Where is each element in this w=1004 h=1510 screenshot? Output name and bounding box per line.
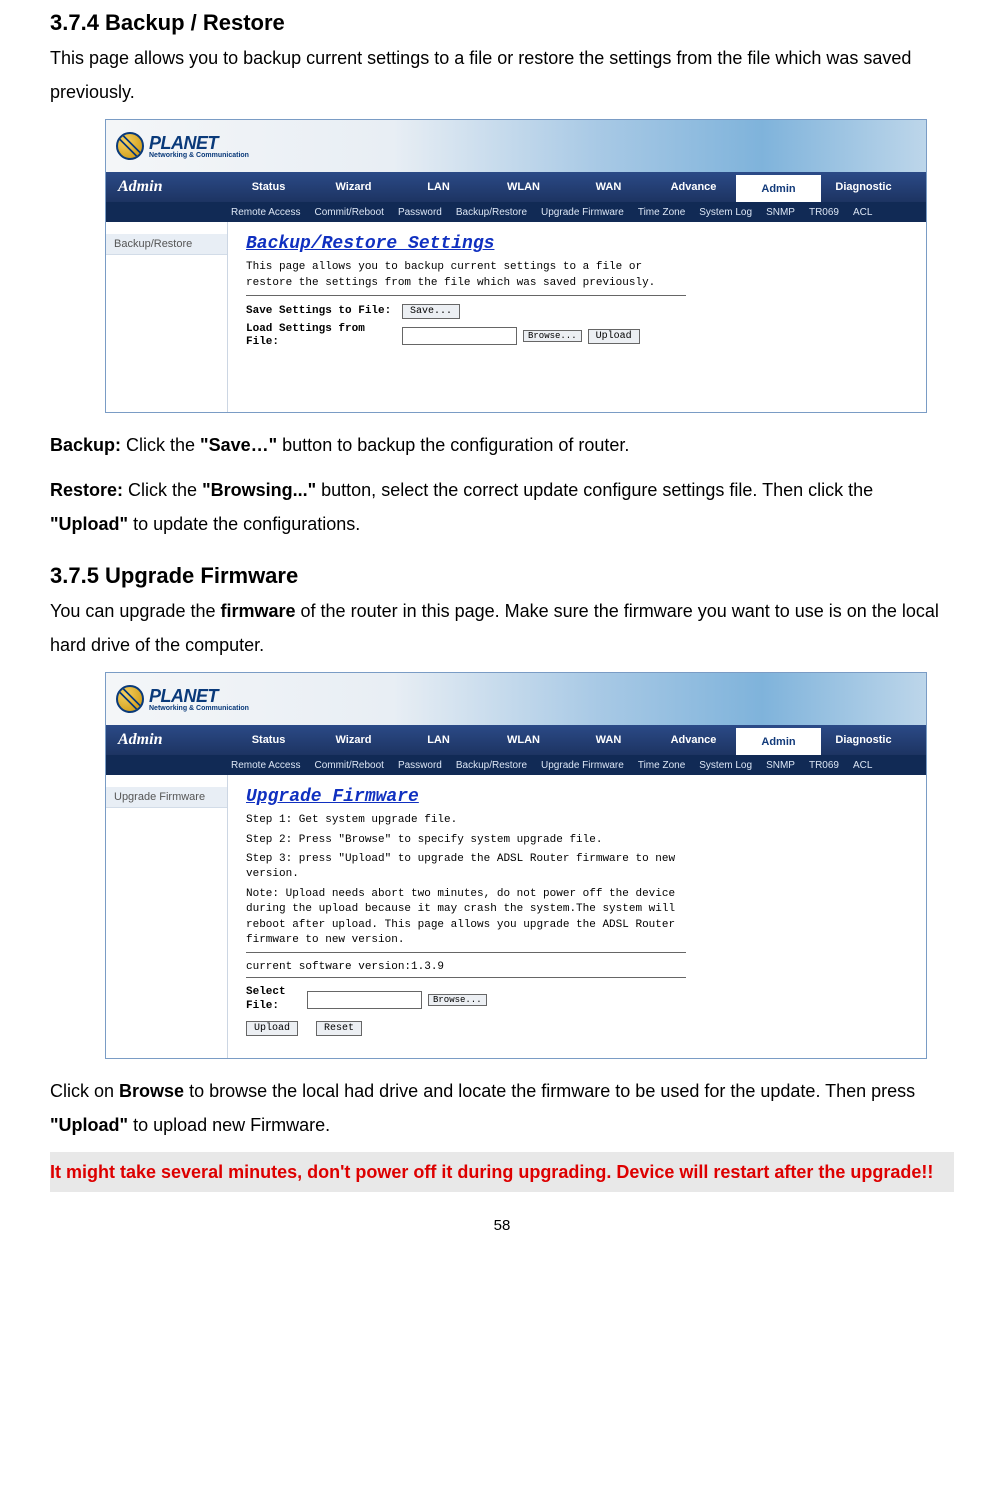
browse-button[interactable]: Browse... <box>523 330 582 342</box>
subnav-system-log[interactable]: System Log <box>699 760 752 771</box>
sidebar: Upgrade Firmware <box>106 775 228 1058</box>
subnav-commit-reboot[interactable]: Commit/Reboot <box>314 207 383 218</box>
page-number: 58 <box>50 1217 954 1234</box>
logo-name: PLANET <box>149 134 249 152</box>
section-heading-upgrade-firmware: 3.7.5 Upgrade Firmware <box>50 563 954 589</box>
subnav-acl[interactable]: ACL <box>853 760 872 771</box>
subnav-upgrade-firmware[interactable]: Upgrade Firmware <box>541 207 624 218</box>
warning-text: It might take several minutes, don't pow… <box>50 1152 954 1192</box>
logo: PLANET Networking & Communication <box>116 685 249 713</box>
subnav-snmp[interactable]: SNMP <box>766 760 795 771</box>
subnav-password[interactable]: Password <box>398 760 442 771</box>
subnav-upgrade-firmware[interactable]: Upgrade Firmware <box>541 760 624 771</box>
section-intro-1: This page allows you to backup current s… <box>50 41 954 109</box>
tab-wizard[interactable]: Wizard <box>311 172 396 202</box>
banner: PLANET Networking & Communication <box>106 120 926 172</box>
subnav-remote-access[interactable]: Remote Access <box>231 207 300 218</box>
upgrade-outro: Click on Browse to browse the local had … <box>50 1074 954 1142</box>
subnav-time-zone[interactable]: Time Zone <box>638 207 685 218</box>
tab-wan[interactable]: WAN <box>566 172 651 202</box>
divider <box>246 952 686 953</box>
router-screenshot-upgrade: PLANET Networking & Communication Admin … <box>105 672 927 1059</box>
select-file-input[interactable] <box>307 991 422 1009</box>
step-1: Step 1: Get system upgrade file. <box>246 813 686 828</box>
subnav-remote-access[interactable]: Remote Access <box>231 760 300 771</box>
subnav-commit-reboot[interactable]: Commit/Reboot <box>314 760 383 771</box>
upload-button[interactable]: Upload <box>588 329 640 344</box>
panel-title-upgrade: Upgrade Firmware <box>246 787 908 807</box>
tab-status[interactable]: Status <box>226 172 311 202</box>
subnav-backup-restore[interactable]: Backup/Restore <box>456 760 527 771</box>
sidebar-item-backup-restore[interactable]: Backup/Restore <box>106 234 227 255</box>
tab-lan[interactable]: LAN <box>396 172 481 202</box>
tab-status[interactable]: Status <box>226 725 311 755</box>
save-settings-label: Save Settings to File: <box>246 305 396 318</box>
nav-sub: Remote Access Commit/Reboot Password Bac… <box>106 755 926 775</box>
logo-globe-icon <box>116 132 144 160</box>
subnav-tr069[interactable]: TR069 <box>809 760 839 771</box>
backup-instruction: Backup: Click the "Save…" button to back… <box>50 428 954 462</box>
panel-desc-backup: This page allows you to backup current s… <box>246 260 686 291</box>
sidebar-item-upgrade-firmware[interactable]: Upgrade Firmware <box>106 787 227 808</box>
divider <box>246 977 686 978</box>
tab-lan[interactable]: LAN <box>396 725 481 755</box>
tab-admin[interactable]: Admin <box>736 725 821 755</box>
logo-name: PLANET <box>149 687 249 705</box>
nav-main: Admin Status Wizard LAN WLAN WAN Advance… <box>106 172 926 202</box>
nav-brand: Admin <box>106 725 226 755</box>
nav-main: Admin Status Wizard LAN WLAN WAN Advance… <box>106 725 926 755</box>
tab-advance[interactable]: Advance <box>651 172 736 202</box>
tab-wan[interactable]: WAN <box>566 725 651 755</box>
sidebar: Backup/Restore <box>106 222 228 412</box>
restore-instruction: Restore: Click the "Browsing..." button,… <box>50 473 954 541</box>
step-note: Note: Upload needs abort two minutes, do… <box>246 887 686 949</box>
step-2: Step 2: Press "Browse" to specify system… <box>246 833 686 848</box>
select-file-label: Select File: <box>246 986 301 1012</box>
subnav-snmp[interactable]: SNMP <box>766 207 795 218</box>
reset-button[interactable]: Reset <box>316 1021 362 1036</box>
load-settings-label: Load Settings from File: <box>246 323 396 349</box>
router-screenshot-backup: PLANET Networking & Communication Admin … <box>105 119 927 413</box>
tab-diagnostic[interactable]: Diagnostic <box>821 172 906 202</box>
tab-wlan[interactable]: WLAN <box>481 725 566 755</box>
nav-sub: Remote Access Commit/Reboot Password Bac… <box>106 202 926 222</box>
browse-button[interactable]: Browse... <box>428 994 487 1006</box>
logo-tagline: Networking & Communication <box>149 152 249 159</box>
subnav-tr069[interactable]: TR069 <box>809 207 839 218</box>
banner: PLANET Networking & Communication <box>106 673 926 725</box>
subnav-acl[interactable]: ACL <box>853 207 872 218</box>
subnav-system-log[interactable]: System Log <box>699 207 752 218</box>
tab-advance[interactable]: Advance <box>651 725 736 755</box>
logo: PLANET Networking & Communication <box>116 132 249 160</box>
logo-tagline: Networking & Communication <box>149 705 249 712</box>
upload-button[interactable]: Upload <box>246 1021 298 1036</box>
load-file-input[interactable] <box>402 327 517 345</box>
tab-admin[interactable]: Admin <box>736 172 821 202</box>
tab-wlan[interactable]: WLAN <box>481 172 566 202</box>
subnav-backup-restore[interactable]: Backup/Restore <box>456 207 527 218</box>
main-panel-backup: Backup/Restore Settings This page allows… <box>228 222 926 412</box>
divider <box>246 295 686 296</box>
tab-wizard[interactable]: Wizard <box>311 725 396 755</box>
panel-title-backup: Backup/Restore Settings <box>246 234 908 254</box>
logo-globe-icon <box>116 685 144 713</box>
software-version: current software version:1.3.9 <box>246 961 908 973</box>
tab-diagnostic[interactable]: Diagnostic <box>821 725 906 755</box>
section-intro-2: You can upgrade the firmware of the rout… <box>50 594 954 662</box>
subnav-password[interactable]: Password <box>398 207 442 218</box>
step-3: Step 3: press "Upload" to upgrade the AD… <box>246 852 686 883</box>
section-heading-backup-restore: 3.7.4 Backup / Restore <box>50 10 954 36</box>
save-button[interactable]: Save... <box>402 304 460 319</box>
nav-brand: Admin <box>106 172 226 202</box>
subnav-time-zone[interactable]: Time Zone <box>638 760 685 771</box>
main-panel-upgrade: Upgrade Firmware Step 1: Get system upgr… <box>228 775 926 1058</box>
